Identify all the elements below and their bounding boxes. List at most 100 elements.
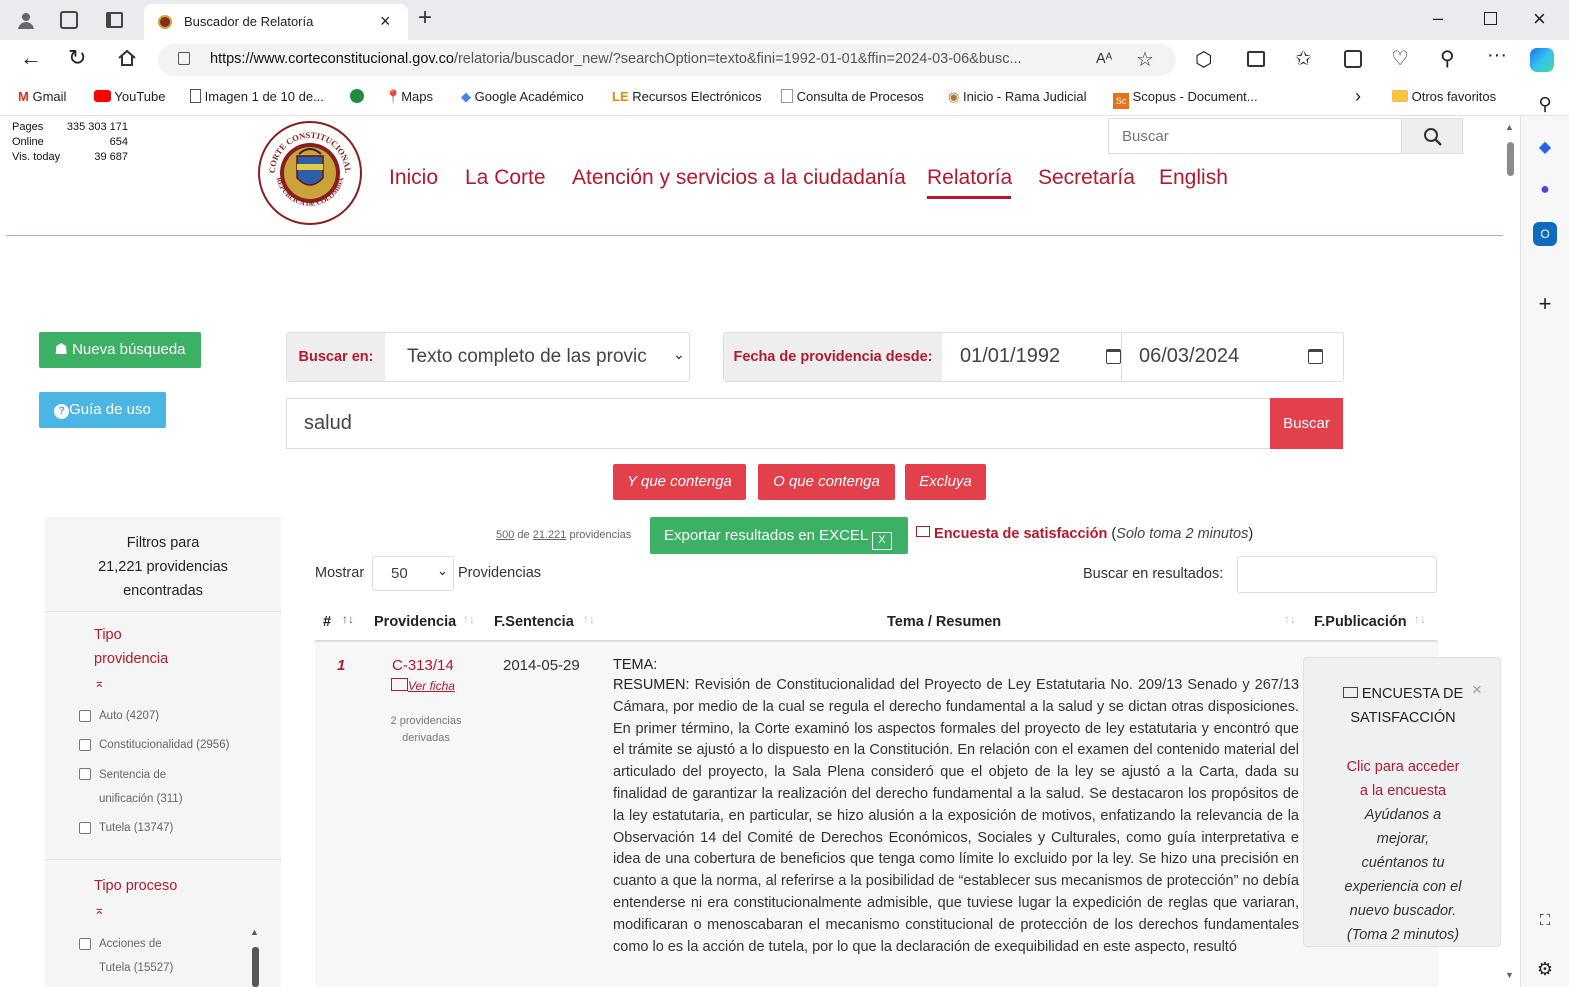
close-window-icon[interactable]: × xyxy=(1533,6,1546,32)
checkbox-constitucionalidad[interactable] xyxy=(79,739,91,751)
filter-constitucionalidad[interactable]: Constitucionalidad (2956) xyxy=(99,733,229,757)
survey-link[interactable]: Encuesta de satisfacción (Solo toma 2 mi… xyxy=(916,526,1253,542)
search-sidebar-icon[interactable]: ⚲ xyxy=(1533,92,1557,116)
filter-group-tipo-proceso[interactable]: Tipo proceso ⌅ xyxy=(94,874,177,922)
collapse-icon[interactable]: ⌅ xyxy=(94,671,168,695)
nav-la-corte[interactable]: La Corte xyxy=(465,166,546,190)
bookmarks-chevron-icon[interactable]: › xyxy=(1355,86,1361,107)
and-contains-button[interactable]: Y que contenga xyxy=(613,464,746,500)
scroll-down-icon[interactable]: ▼ xyxy=(1505,970,1514,980)
bookmark-procesos[interactable]: Consulta de Procesos xyxy=(781,89,924,104)
sort-icon[interactable]: ↑↓ xyxy=(342,612,354,626)
checkbox-sentencia-unificacion[interactable] xyxy=(79,768,91,780)
url-field[interactable]: https://www.corteconstitucional.gov.co/r… xyxy=(158,44,1176,76)
collapse-icon[interactable]: ⌅ xyxy=(94,898,177,922)
header-search-input[interactable] xyxy=(1108,118,1402,154)
or-contains-button[interactable]: O que contenga xyxy=(758,464,895,500)
sort-icon[interactable]: ↑↓ xyxy=(463,612,475,626)
bookmark-gmail[interactable]: M Gmail xyxy=(18,89,66,104)
tab-actions-icon[interactable] xyxy=(106,12,123,28)
filter-group-tipo-providencia[interactable]: Tipo providencia ⌅ xyxy=(94,623,168,695)
search-in-select[interactable]: Texto completo de las provic xyxy=(407,346,647,368)
tag-icon[interactable]: ◆ xyxy=(1533,136,1557,160)
sort-icon[interactable]: ↑↓ xyxy=(1414,612,1426,626)
calendar-from-icon[interactable] xyxy=(1106,349,1121,364)
collections-icon[interactable] xyxy=(1344,50,1362,68)
results-shown[interactable]: 500 xyxy=(496,529,514,541)
nav-english[interactable]: English xyxy=(1159,166,1228,190)
checkbox-acciones-tutela[interactable] xyxy=(79,938,91,950)
ver-ficha-link[interactable]: Ver ficha xyxy=(391,678,455,693)
restore-icon[interactable] xyxy=(1484,12,1497,25)
sort-icon[interactable]: ↑↓ xyxy=(583,612,595,626)
scroll-up-icon[interactable]: ▲ xyxy=(1505,122,1514,132)
survey-popup[interactable]: × ENCUESTA DE SATISFACCIÓN Clic para acc… xyxy=(1303,657,1501,947)
survey-access-link[interactable]: Clic para acceder a la encuesta xyxy=(1304,755,1502,803)
filter-auto[interactable]: Auto (4207) xyxy=(99,704,159,728)
favorite-star-icon[interactable]: ☆ xyxy=(1136,47,1154,72)
extension-icon[interactable]: ⬡ xyxy=(1195,47,1212,72)
filters-scroll-up-icon[interactable]: ▲ xyxy=(250,927,259,937)
nav-atencion[interactable]: Atención y servicios a la ciudadanía xyxy=(572,166,906,190)
show-count-select[interactable]: 50 ⌄ xyxy=(372,556,454,591)
filter-sentencia-unificacion[interactable]: Sentencia de xyxy=(99,763,166,787)
bookmark-scopus[interactable]: Sc Scopus - Document... xyxy=(1113,89,1258,109)
settings-gear-icon[interactable]: ⚙ xyxy=(1533,957,1557,981)
providencia-link[interactable]: C-313/14 xyxy=(392,657,454,674)
exclude-button[interactable]: Excluya xyxy=(905,464,986,500)
calendar-to-icon[interactable] xyxy=(1308,349,1323,364)
favorites-icon[interactable]: ✩ xyxy=(1295,46,1312,71)
court-seal-logo[interactable]: CORTE CONSTITUCIONAL REPÚBLICA DE COLOMB… xyxy=(257,120,363,226)
bookmark-recursos[interactable]: LE Recursos Electrónicos xyxy=(612,89,762,104)
read-aloud-icon[interactable]: Aᴬ xyxy=(1096,51,1112,67)
checkbox-auto[interactable] xyxy=(79,710,91,722)
bookmark-maps[interactable]: 📍Maps xyxy=(385,89,433,105)
export-excel-button[interactable]: Exportar resultados en EXCEL X xyxy=(650,517,908,554)
copilot-icon[interactable] xyxy=(1530,48,1554,72)
col-header-fsentencia[interactable]: F.Sentencia xyxy=(494,614,574,630)
header-search-button[interactable] xyxy=(1401,118,1463,154)
other-favorites[interactable]: Otros favoritos xyxy=(1392,89,1496,104)
workspaces-icon[interactable] xyxy=(60,11,78,29)
filter-results-input[interactable] xyxy=(1237,556,1437,593)
search-button[interactable]: Buscar xyxy=(1270,398,1343,449)
home-icon[interactable] xyxy=(116,47,138,74)
filters-scrollbar[interactable]: ▲ xyxy=(249,927,261,987)
nav-relatoria[interactable]: Relatoría xyxy=(927,166,1012,190)
bookmark-calendar[interactable] xyxy=(350,89,364,104)
split-screen-icon[interactable] xyxy=(1247,51,1265,67)
scroll-thumb[interactable] xyxy=(1507,142,1514,176)
profile-icon[interactable] xyxy=(16,10,36,30)
new-search-button[interactable]: ☗ Nueva búsqueda xyxy=(39,332,201,368)
bookmark-rama[interactable]: ◉ Inicio - Rama Judicial xyxy=(948,89,1087,105)
minimize-icon[interactable]: – xyxy=(1433,8,1443,29)
page-scrollbar[interactable]: ▲ ▼ xyxy=(1505,122,1515,982)
col-header-tema[interactable]: Tema / Resumen xyxy=(887,614,1001,630)
nav-secretaria[interactable]: Secretaría xyxy=(1038,166,1135,190)
query-input[interactable]: salud xyxy=(286,398,1271,449)
add-sidebar-icon[interactable]: + xyxy=(1533,292,1557,316)
games-icon[interactable]: ● xyxy=(1533,178,1557,202)
health-icon[interactable]: ♡ xyxy=(1391,46,1409,71)
col-header-providencia[interactable]: Providencia xyxy=(374,614,456,630)
tab-close-icon[interactable]: × xyxy=(380,11,391,32)
share-icon[interactable]: ⚲ xyxy=(1440,46,1455,71)
screenshot-icon[interactable]: ⛶ xyxy=(1533,909,1557,933)
col-header-number[interactable]: # xyxy=(323,614,331,630)
usage-guide-button[interactable]: ? Guía de uso xyxy=(39,392,166,428)
bookmark-imagen[interactable]: Imagen 1 de 10 de... xyxy=(190,89,324,104)
col-header-fpublicacion[interactable]: F.Publicación xyxy=(1314,614,1407,630)
filter-tutela[interactable]: Tutela (13747) xyxy=(99,816,173,840)
date-from-input[interactable]: 01/01/1992 xyxy=(960,345,1060,368)
active-tab[interactable]: Buscador de Relatoría × xyxy=(144,4,408,40)
filter-acciones-tutela[interactable]: Acciones de xyxy=(99,932,162,956)
filter-sentencia-unificacion-cont[interactable]: unificación (311) xyxy=(99,787,183,811)
sort-icon[interactable]: ↑↓ xyxy=(1284,612,1296,626)
checkbox-tutela[interactable] xyxy=(79,822,91,834)
outlook-icon[interactable]: O xyxy=(1533,222,1557,246)
filters-scroll-thumb[interactable] xyxy=(252,947,259,987)
date-to-input[interactable]: 06/03/2024 xyxy=(1139,345,1239,368)
refresh-icon[interactable]: ↻ xyxy=(68,45,86,71)
back-icon[interactable]: ← xyxy=(20,45,42,71)
chevron-down-icon[interactable]: ⌄ xyxy=(673,346,685,363)
